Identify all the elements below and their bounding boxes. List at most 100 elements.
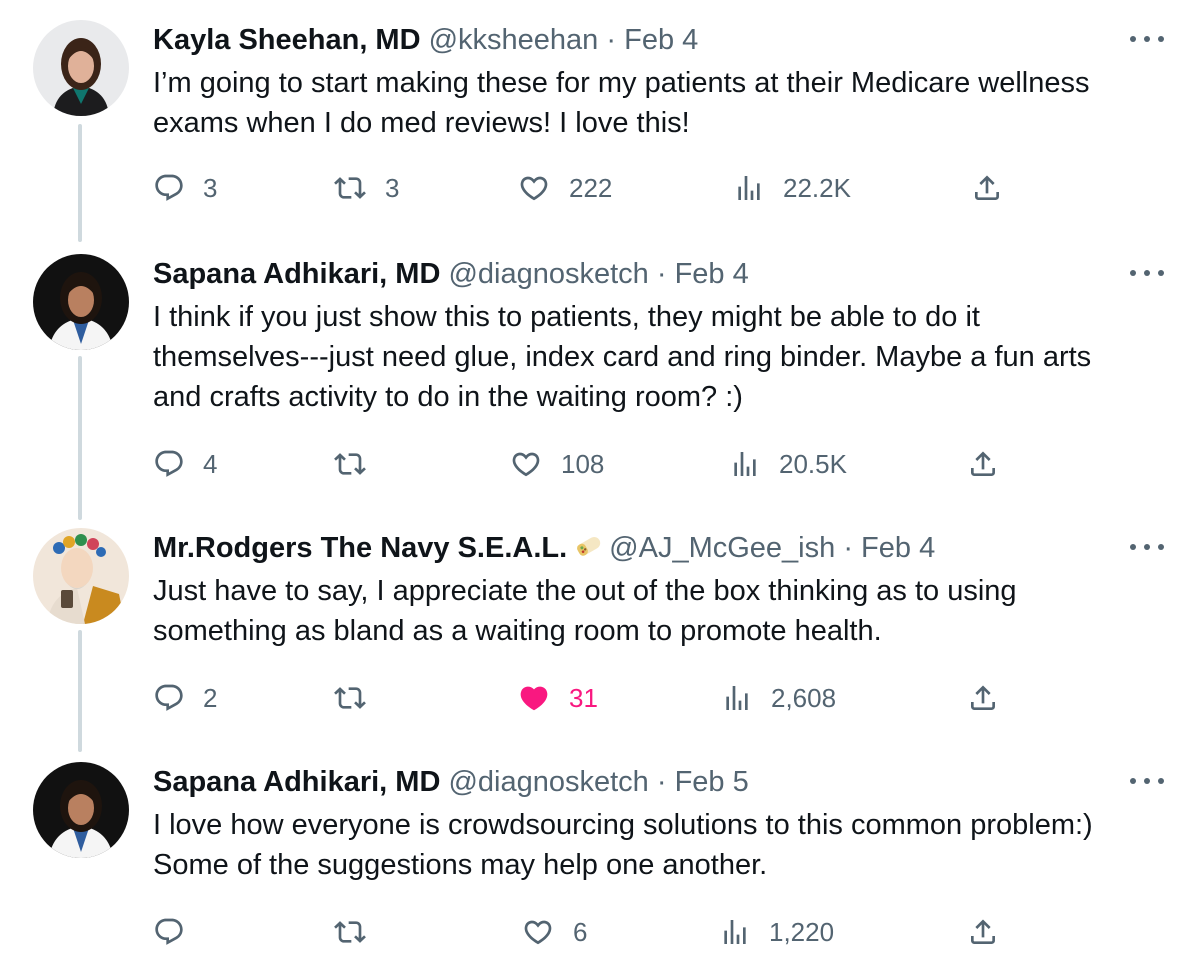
share-button[interactable]: [967, 678, 999, 718]
views-icon: [724, 920, 746, 944]
avatar[interactable]: [33, 762, 129, 858]
like-count: 31: [569, 682, 598, 713]
separator-dot: ·: [656, 258, 667, 290]
views-icon: [726, 686, 748, 710]
separator-dot: ·: [843, 532, 853, 564]
tweet-text-line: I love how everyone is crowdsourcing sol…: [153, 809, 1093, 841]
author-name[interactable]: Kayla Sheehan, MD: [153, 24, 421, 56]
more-icon[interactable]: [1130, 776, 1164, 786]
retweet-button[interactable]: 3: [333, 168, 399, 208]
retweet-icon: [334, 921, 366, 943]
views-count: 1,220: [769, 916, 835, 947]
avatar[interactable]: [33, 254, 129, 350]
separator-dot: ·: [656, 766, 667, 798]
like-count: 108: [561, 448, 605, 479]
retweet-button[interactable]: [333, 444, 385, 484]
like-count: 6: [573, 916, 588, 947]
action-bar: 3 3 222 22.2K: [153, 168, 1013, 208]
retweet-icon: [334, 687, 366, 709]
tweet[interactable]: Kayla Sheehan, MD @kksheehan · Feb 4 I’m…: [0, 20, 1204, 220]
share-icon: [975, 175, 999, 200]
tweet-header: Sapana Adhikari, MD @diagnosketch · Feb …: [153, 256, 749, 292]
views-count: 20.5K: [779, 448, 847, 479]
more-icon[interactable]: [1130, 34, 1164, 44]
heart-icon: [512, 452, 540, 477]
action-bar: 4 108 20.5K: [153, 444, 1013, 484]
more-icon[interactable]: [1130, 268, 1164, 278]
tweet-date[interactable]: Feb 4: [624, 24, 698, 56]
reply-icon: [155, 684, 183, 711]
share-icon: [971, 919, 995, 944]
views-icon: [734, 452, 756, 476]
tweet[interactable]: Sapana Adhikari, MD @diagnosketch · Feb …: [0, 254, 1204, 494]
share-icon: [971, 451, 995, 476]
author-name[interactable]: Sapana Adhikari, MD: [153, 766, 440, 798]
views-button[interactable]: 20.5K: [729, 444, 847, 484]
like-button[interactable]: 6: [521, 912, 587, 952]
avatar[interactable]: [33, 528, 129, 624]
like-count: 222: [569, 172, 613, 203]
tweet-text-line: I’m going to start making these for my p…: [153, 67, 1090, 99]
tweet-text-line: themselves---just need glue, index card …: [153, 341, 1092, 373]
share-button[interactable]: [971, 168, 1003, 208]
tweet-date[interactable]: Feb 4: [675, 258, 749, 290]
retweet-icon: [334, 177, 366, 199]
tweet-text: I’m going to start making these for my p…: [153, 63, 1183, 143]
retweet-count: 3: [385, 172, 400, 203]
reply-button[interactable]: [153, 912, 203, 952]
retweet-button[interactable]: [333, 912, 385, 952]
author-handle[interactable]: @AJ_McGee_ish: [609, 532, 835, 564]
like-button[interactable]: 31: [517, 678, 598, 718]
views-count: 22.2K: [783, 172, 851, 203]
tweet-header: Mr.Rodgers The Navy S.E.A.L. @AJ_McGee_is…: [153, 530, 935, 566]
action-bar: 2 31 2,608: [153, 678, 1013, 718]
tweet-date[interactable]: Feb 5: [675, 766, 749, 798]
share-button[interactable]: [967, 912, 999, 952]
reply-icon: [155, 174, 183, 201]
share-button[interactable]: [967, 444, 999, 484]
tweet-header: Kayla Sheehan, MD @kksheehan · Feb 4: [153, 22, 698, 58]
tweet[interactable]: Sapana Adhikari, MD @diagnosketch · Feb …: [0, 762, 1204, 962]
tweet-text-line: I think if you just show this to patient…: [153, 301, 980, 333]
reply-count: 3: [203, 172, 218, 203]
like-button[interactable]: 222: [517, 168, 612, 208]
views-button[interactable]: 1,220: [719, 912, 834, 952]
author-handle[interactable]: @diagnosketch: [448, 258, 648, 290]
tweet-text-line: something as bland as a waiting room to …: [153, 615, 882, 647]
like-button[interactable]: 108: [509, 444, 604, 484]
tweet[interactable]: Mr.Rodgers The Navy S.E.A.L. @AJ_McGee_is…: [0, 528, 1204, 728]
reply-icon: [155, 918, 183, 945]
heart-filled-icon: [520, 686, 548, 711]
views-count: 2,608: [771, 682, 837, 713]
views-button[interactable]: 22.2K: [733, 168, 851, 208]
tweet-text: Just have to say, I appreciate the out o…: [153, 571, 1183, 651]
author-name[interactable]: Sapana Adhikari, MD: [153, 258, 440, 290]
tweet-text-line: Just have to say, I appreciate the out o…: [153, 575, 1017, 607]
reply-button[interactable]: 2: [153, 678, 217, 718]
retweet-icon: [334, 453, 366, 475]
more-icon[interactable]: [1130, 542, 1164, 552]
heart-icon: [524, 920, 552, 945]
author-name[interactable]: Mr.Rodgers The Navy S.E.A.L.: [153, 532, 567, 564]
tweet-text-line: and crafts activity to do in the waiting…: [153, 381, 743, 413]
tweet-header: Sapana Adhikari, MD @diagnosketch · Feb …: [153, 764, 749, 800]
reply-icon: [155, 450, 183, 477]
burrito-emoji-icon: [577, 537, 601, 556]
reply-button[interactable]: 3: [153, 168, 217, 208]
tweet-text: I love how everyone is crowdsourcing sol…: [153, 805, 1183, 885]
separator-dot: ·: [606, 24, 617, 56]
reply-button[interactable]: 4: [153, 444, 217, 484]
views-icon: [738, 176, 760, 200]
avatar[interactable]: [33, 20, 129, 116]
tweet-date[interactable]: Feb 4: [861, 532, 935, 564]
reply-count: 4: [203, 448, 218, 479]
retweet-button[interactable]: [333, 678, 385, 718]
heart-icon: [520, 176, 548, 201]
views-button[interactable]: 2,608: [721, 678, 836, 718]
reply-count: 2: [203, 682, 218, 713]
share-icon: [971, 685, 995, 710]
tweet-text-line: Some of the suggestions may help one ano…: [153, 849, 768, 881]
tweet-text-line: exams when I do med reviews! I love this…: [153, 107, 690, 139]
author-handle[interactable]: @diagnosketch: [448, 766, 648, 798]
author-handle[interactable]: @kksheehan: [429, 24, 599, 56]
